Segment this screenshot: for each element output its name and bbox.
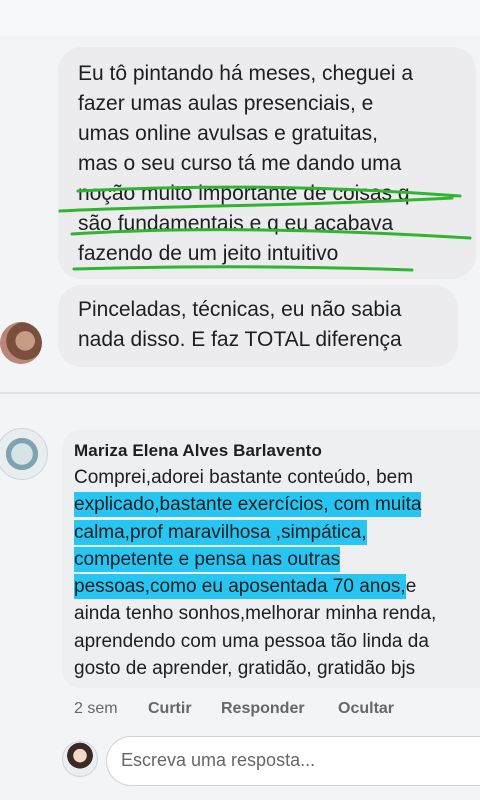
highlighted-text: calma,prof maravilhosa ,simpática, — [74, 519, 367, 545]
comment-line: ainda tenho sonhos,melhorar minha renda, — [74, 603, 437, 625]
message-bubble-2: Pinceladas, técnicas, eu não sabia nada … — [58, 285, 458, 367]
commenter-avatar[interactable] — [0, 428, 48, 480]
comment-text: e — [405, 576, 417, 598]
sender-avatar[interactable] — [0, 322, 42, 364]
comment-timestamp[interactable]: 2 sem — [74, 700, 118, 718]
reply-placeholder: Escreva uma resposta... — [121, 750, 316, 770]
message-line: fazer umas aulas presenciais, e — [78, 92, 374, 115]
highlighted-text: competente e pensa nas outras — [74, 546, 341, 572]
comment-line: calma,prof maravilhosa ,simpática, — [74, 519, 480, 546]
highlighted-text: explicado,bastante exercícios, com muita — [74, 492, 422, 518]
message-line: noção muito importante de coisas q — [78, 182, 410, 205]
message-bubble-1: Eu tô pintando há meses, cheguei a fazer… — [58, 47, 476, 279]
comment-line: pessoas,como eu aposentada 70 anos,e — [74, 573, 480, 600]
comment-author[interactable]: Mariza Elena Alves Barlavento — [74, 440, 480, 462]
message-line: Eu tô pintando há meses, cheguei a — [78, 62, 414, 85]
message-line: são fundamentais e q eu acabava — [78, 212, 394, 235]
comment-line: explicado,bastante exercícios, com muita — [74, 491, 480, 518]
comment-line: Comprei,adorei bastante conteúdo, bem — [74, 467, 414, 488]
comment-bubble: Mariza Elena Alves Barlavento Comprei,ad… — [62, 430, 480, 688]
reply-input[interactable]: Escreva uma resposta... — [106, 736, 480, 786]
highlighted-text: pessoas,como eu aposentada 70 anos, — [74, 574, 406, 600]
like-button[interactable]: Curtir — [148, 700, 192, 718]
divider — [0, 392, 480, 394]
hide-button[interactable]: Ocultar — [338, 700, 394, 718]
reply-button[interactable]: Responder — [221, 700, 305, 718]
message-line: fazendo de um jeito intuitivo — [78, 242, 339, 265]
message-line: umas online avulsas e gratuitas, — [78, 122, 378, 145]
comment-line: competente e pensa nas outras — [74, 546, 480, 573]
top-strip — [0, 0, 480, 36]
message-line: nada disso. E faz TOTAL diferença — [78, 328, 402, 351]
message-line: Pinceladas, técnicas, eu não sabia — [78, 298, 402, 321]
current-user-avatar[interactable] — [62, 741, 98, 777]
message-line: mas o seu curso tá me dando uma — [78, 152, 402, 175]
comment-line: aprendendo com uma pessoa tão linda da — [74, 630, 429, 652]
comment-line: gosto de aprender, gratidão, gratidão bj… — [74, 658, 416, 680]
